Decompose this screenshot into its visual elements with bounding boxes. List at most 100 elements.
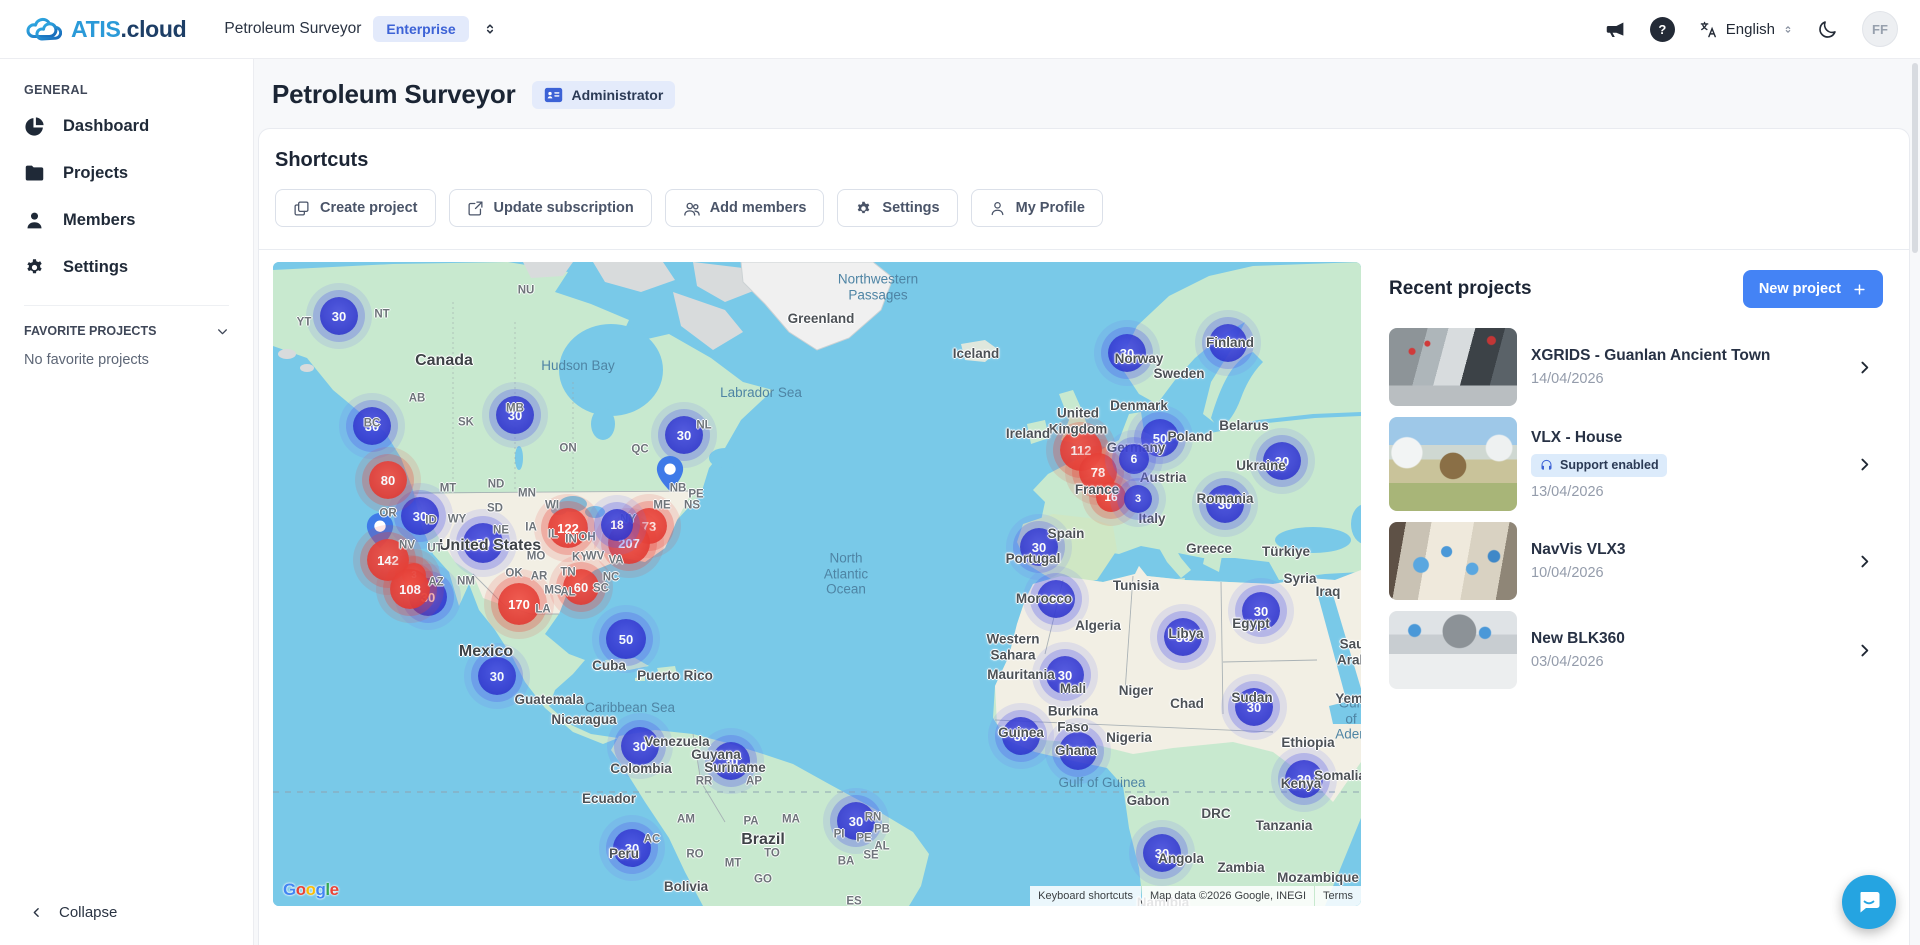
map-cluster-blue[interactable]: 3: [1124, 485, 1152, 513]
settings-button[interactable]: Settings: [837, 189, 957, 227]
brand-logo[interactable]: ATIS.cloud: [22, 14, 186, 44]
chat-launcher-button[interactable]: [1842, 875, 1896, 929]
keyboard-shortcuts-button[interactable]: Keyboard shortcuts: [1030, 886, 1141, 906]
sidebar-item-label: Settings: [63, 258, 128, 277]
map-cluster-red[interactable]: 80: [369, 461, 407, 499]
project-thumbnail: [1389, 522, 1517, 600]
google-logo[interactable]: Google: [283, 880, 339, 900]
terms-link[interactable]: Terms: [1315, 886, 1361, 906]
workspace-switcher[interactable]: Petroleum Surveyor Enterprise: [224, 16, 496, 42]
cloud-logo-icon: [22, 14, 62, 44]
project-date: 03/04/2026: [1531, 654, 1625, 670]
personline-icon: [989, 200, 1006, 217]
map-cluster-blue[interactable]: 30: [1242, 592, 1280, 630]
map-cluster-red[interactable]: 170: [498, 583, 540, 625]
support-enabled-badge: Support enabled: [1531, 454, 1667, 477]
workspace-selector-icon[interactable]: [483, 21, 497, 37]
map-cluster-blue[interactable]: 50: [606, 619, 646, 659]
map-cluster-blue[interactable]: 30: [1235, 688, 1273, 726]
map-cluster-blue[interactable]: 30: [1046, 656, 1084, 694]
map-cluster-blue[interactable]: 50: [463, 523, 503, 563]
my-profile-button[interactable]: My Profile: [971, 189, 1103, 227]
project-date: 14/04/2026: [1531, 371, 1770, 387]
shortcuts-section: Shortcuts Create projectUpdate subscript…: [259, 129, 1909, 250]
map-cluster-blue[interactable]: 30: [1002, 717, 1040, 755]
help-icon[interactable]: ?: [1650, 17, 1675, 42]
user-avatar[interactable]: FF: [1862, 11, 1898, 47]
people-icon: [683, 200, 700, 217]
map-cluster-blue[interactable]: 30: [1020, 528, 1058, 566]
map-cluster-blue[interactable]: 30: [1206, 485, 1244, 523]
project-list-item[interactable]: New BLK360 03/04/2026: [1389, 611, 1883, 689]
project-date: 10/04/2026: [1531, 565, 1626, 581]
project-title: New BLK360: [1531, 630, 1625, 648]
collapse-button[interactable]: Collapse: [0, 892, 147, 933]
project-list-item[interactable]: VLX - House Support enabled 13/04/2026: [1389, 417, 1883, 511]
role-badge: Administrator: [532, 81, 676, 109]
project-thumbnail: [1389, 417, 1517, 511]
project-date: 13/04/2026: [1531, 484, 1667, 500]
map-cluster-blue[interactable]: 30: [837, 802, 875, 840]
sidebar-item-label: Members: [63, 211, 135, 230]
project-thumbnail: [1389, 328, 1517, 406]
sidebar-item-label: Projects: [63, 164, 128, 183]
map-cluster-blue[interactable]: 30: [478, 657, 516, 695]
sidebar-divider: [24, 305, 229, 306]
app-header: ATIS.cloud Petroleum Surveyor Enterprise…: [0, 0, 1920, 59]
chevron-right-icon: [1856, 642, 1883, 659]
map-cluster-blue[interactable]: 30: [1108, 334, 1146, 372]
update-subscription-button[interactable]: Update subscription: [449, 189, 652, 227]
sidebar-item-dashboard[interactable]: Dashboard: [0, 103, 253, 150]
map-cluster-blue[interactable]: 30: [1209, 324, 1247, 362]
workspace-name: Petroleum Surveyor: [224, 20, 361, 38]
project-title: VLX - House: [1531, 429, 1667, 447]
map-cluster-blue[interactable]: 30: [496, 396, 534, 434]
copy-icon: [293, 200, 310, 217]
sidebar-item-members[interactable]: Members: [0, 197, 253, 244]
map-cluster-red[interactable]: 122: [548, 508, 588, 548]
map-cluster-red[interactable]: 108: [390, 569, 430, 609]
map-cluster-blue[interactable]: 30: [1285, 760, 1323, 798]
project-list-item[interactable]: XGRIDS - Guanlan Ancient Town14/04/2026: [1389, 328, 1883, 406]
map-cluster-blue[interactable]: 30: [1037, 580, 1075, 618]
map-cluster-blue[interactable]: 30: [1143, 834, 1181, 872]
map-cluster-red[interactable]: 60: [563, 569, 599, 605]
world-map[interactable]: Northwestern PassagesHudson BayLabrador …: [273, 262, 1361, 906]
page-scrollbar[interactable]: [1912, 63, 1918, 253]
language-selector[interactable]: English: [1699, 20, 1793, 39]
project-list-item[interactable]: NavVis VLX310/04/2026: [1389, 522, 1883, 600]
map-cluster-blue[interactable]: 30: [1263, 442, 1301, 480]
map-cluster-blue[interactable]: 30: [320, 297, 358, 335]
map-cluster-blue[interactable]: 30: [665, 416, 703, 454]
plan-badge: Enterprise: [373, 16, 468, 42]
map-data-text: Map data ©2026 Google, INEGI: [1142, 886, 1314, 906]
map-cluster-blue[interactable]: 30: [401, 497, 439, 535]
announcements-icon[interactable]: [1605, 19, 1626, 40]
external-icon: [467, 200, 484, 217]
map-pin[interactable]: [657, 456, 684, 491]
role-badge-label: Administrator: [572, 87, 664, 103]
person-icon: [24, 210, 45, 231]
map-cluster-blue[interactable]: 30: [613, 829, 651, 867]
sidebar-section-general: GENERAL: [0, 83, 253, 103]
new-project-button[interactable]: New project: [1743, 270, 1883, 308]
sidebar-item-projects[interactable]: Projects: [0, 150, 253, 197]
dark-mode-icon[interactable]: [1817, 19, 1838, 40]
id-card-icon: [544, 87, 563, 103]
map-cluster-blue[interactable]: 30: [353, 407, 391, 445]
create-project-button[interactable]: Create project: [275, 189, 436, 227]
map-cluster-blue[interactable]: 18: [601, 509, 633, 541]
add-members-button[interactable]: Add members: [665, 189, 825, 227]
map-cluster-red[interactable]: 16: [1096, 482, 1126, 512]
map-cluster-blue[interactable]: 30: [712, 742, 750, 780]
sidebar-item-settings[interactable]: Settings: [0, 244, 253, 291]
favorite-projects-header[interactable]: FAVORITE PROJECTS: [0, 318, 253, 344]
main-content: Petroleum Surveyor Administrator Shortcu…: [254, 59, 1920, 945]
map-cluster-blue[interactable]: 30: [621, 727, 659, 765]
map-cluster-blue[interactable]: 30: [1164, 618, 1202, 656]
map-cluster-blue[interactable]: 6: [1119, 444, 1149, 474]
dashboard-card: Shortcuts Create projectUpdate subscript…: [258, 128, 1910, 945]
chevron-right-icon: [1856, 456, 1883, 473]
map-cluster-blue[interactable]: 30: [1059, 732, 1097, 770]
headset-icon: [1539, 458, 1554, 473]
